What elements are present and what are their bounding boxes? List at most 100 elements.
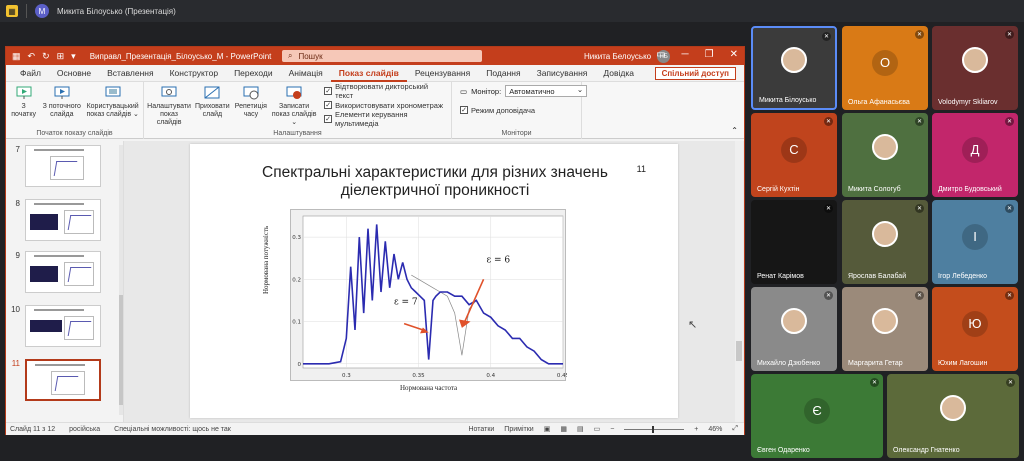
- hide-slide-label: Приховати слайд: [195, 103, 230, 118]
- checkbox-media-controls[interactable]: ✓ Елементи керування мультимедіа: [324, 110, 448, 128]
- slide-thumbnail[interactable]: [25, 359, 101, 401]
- slide-title-line2: діелектричної проникності: [340, 182, 530, 199]
- presenter-view-label: Режим доповідача: [471, 105, 536, 115]
- participant-tile[interactable]: С ✕ Сергій Кухтін: [751, 113, 837, 197]
- x-tick-label: 0.4: [486, 373, 495, 379]
- scrollbar-thumb[interactable]: [736, 341, 742, 361]
- record-slideshow-button[interactable]: Записати показ слайдів ⌄: [271, 85, 317, 127]
- setup-show-button[interactable]: Налаштувати показ слайдів: [147, 85, 191, 127]
- tab-2[interactable]: Вставлення: [99, 65, 161, 82]
- mic-muted-icon: ✕: [915, 30, 924, 39]
- tab-1[interactable]: Основне: [49, 65, 99, 82]
- mic-muted-icon: ✕: [915, 204, 924, 213]
- play-slideshow-icon: [15, 85, 33, 101]
- hide-slide-button[interactable]: Приховати слайд: [194, 85, 230, 119]
- fit-to-window-icon[interactable]: ⤢: [732, 425, 738, 433]
- plot-area: [302, 215, 564, 369]
- zoom-level[interactable]: 46%: [708, 426, 722, 433]
- search-placeholder: Пошук: [298, 51, 323, 61]
- notes-button[interactable]: Нотатки: [468, 426, 494, 433]
- reading-view-icon[interactable]: ▤: [577, 425, 584, 433]
- participant-tile[interactable]: Є ✕ Євген Одаренко: [751, 374, 883, 458]
- user-name: Никита Белоусько: [584, 52, 652, 61]
- from-current-label: З поточного слайда: [42, 103, 81, 118]
- participant-video: [781, 47, 807, 73]
- slide-thumbnail[interactable]: [25, 251, 101, 293]
- redo-icon[interactable]: ↻: [42, 51, 50, 62]
- slide-thumbnail-row[interactable]: 8: [10, 199, 101, 241]
- app-grid-icon[interactable]: ▦: [12, 51, 21, 62]
- ribbon-display-options-icon[interactable]: ▭: [656, 49, 665, 60]
- tab-6[interactable]: Показ слайдів: [330, 65, 407, 82]
- slide-thumbnail-row[interactable]: 9: [10, 251, 101, 293]
- zoom-slider[interactable]: [624, 425, 685, 433]
- slideshow-view-icon[interactable]: ▭: [594, 425, 601, 433]
- close-icon[interactable]: ✕: [730, 49, 738, 60]
- tab-10[interactable]: Довідка: [595, 65, 642, 82]
- play-narrations-label: Відтворювати дикторський текст: [335, 82, 429, 100]
- slide-thumbnail[interactable]: [25, 305, 101, 347]
- participant-name: Ігор Лебеденко: [938, 273, 988, 280]
- participant-name: Сергій Кухтін: [757, 186, 800, 193]
- participant-tile[interactable]: ✕ Олександр Гнатенко: [887, 374, 1019, 458]
- from-current-button[interactable]: З поточного слайда: [41, 85, 82, 119]
- participant-tile[interactable]: ✕ Ренат Карімов: [751, 200, 837, 284]
- collapse-ribbon-icon[interactable]: ⌃: [731, 126, 738, 135]
- participant-avatar: Ю: [962, 310, 988, 337]
- participant-name: Volodymyr Skliarov: [938, 99, 998, 106]
- checkbox-presenter-view[interactable]: ✓ Режим доповідача: [460, 104, 535, 116]
- hide-slide-icon: [203, 85, 221, 101]
- participant-tile[interactable]: ✕ Маргарита Гетар: [842, 287, 928, 371]
- undo-icon[interactable]: ↶: [28, 51, 36, 62]
- customize-quick-access-icon[interactable]: ▾: [71, 51, 76, 62]
- normal-view-icon[interactable]: ▣: [544, 425, 551, 433]
- present-icon[interactable]: ⊞: [57, 51, 65, 62]
- participant-tile[interactable]: Д ✕ Дмитро Будовський: [932, 113, 1018, 197]
- zoom-in-icon[interactable]: +: [694, 426, 698, 433]
- slide-thumbnail-row[interactable]: 10: [10, 305, 101, 347]
- accessibility-status[interactable]: Спеціальні можливості: щось не так: [114, 426, 231, 433]
- chart-x-label: Нормована частота: [400, 384, 458, 392]
- slide-thumbnail-row[interactable]: 11: [10, 359, 101, 401]
- tab-7[interactable]: Рецензування: [407, 65, 478, 82]
- restore-icon[interactable]: ❐: [705, 49, 714, 60]
- from-beginning-button[interactable]: З початку: [9, 85, 38, 119]
- slide-thumbnail[interactable]: [25, 199, 101, 241]
- share-button[interactable]: Спільний доступ: [654, 67, 736, 80]
- tab-4[interactable]: Переходи: [226, 65, 281, 82]
- y-tick-label: 0: [298, 362, 302, 368]
- slide-sorter-icon[interactable]: ▦: [560, 425, 567, 433]
- search-box[interactable]: ⌕ Пошук: [282, 50, 482, 62]
- slide-scrollbar[interactable]: [735, 141, 743, 422]
- participant-tile[interactable]: ✕ Ярослав Балабай: [842, 200, 928, 284]
- participant-tile[interactable]: ✕ Микита Білоусько: [751, 26, 837, 110]
- teams-app-icon[interactable]: ▦: [6, 5, 18, 17]
- slide-thumbnail-row[interactable]: 7: [10, 145, 101, 187]
- tab-9[interactable]: Записування: [529, 65, 596, 82]
- scrollbar-thumb[interactable]: [119, 295, 123, 405]
- participant-tile[interactable]: ✕ Volodymyr Skliarov: [932, 26, 1018, 110]
- participant-tile[interactable]: О ✕ Ольга Афанасьєва: [842, 26, 928, 110]
- group-monitors: ▭ Монітор: Автоматично ✓Режим доповідача…: [452, 82, 588, 139]
- tab-8[interactable]: Подання: [478, 65, 528, 82]
- rehearse-timings-button[interactable]: Репетиція часу: [234, 85, 269, 119]
- current-slide[interactable]: Спектральні характеристики для різних зн…: [190, 144, 678, 418]
- monitor-select[interactable]: Автоматично: [505, 84, 588, 97]
- slide-thumbnail-number: 10: [11, 305, 20, 314]
- tab-3[interactable]: Конструктор: [162, 65, 226, 82]
- custom-show-button[interactable]: Користувацький показ слайдів ⌄: [85, 85, 140, 119]
- participant-tile[interactable]: ✕ Михайло Дзюбенко: [751, 287, 837, 371]
- checkbox-play-narrations[interactable]: ✓ Відтворювати дикторський текст: [324, 82, 448, 100]
- participant-tile[interactable]: Ю ✕ Юхим Лагошин: [932, 287, 1018, 371]
- participant-tile[interactable]: І ✕ Ігор Лебеденко: [932, 200, 1018, 284]
- tab-5[interactable]: Анімація: [281, 65, 331, 82]
- minimize-icon[interactable]: ─: [682, 49, 689, 60]
- mic-muted-icon: ✕: [1005, 204, 1014, 213]
- participant-tile[interactable]: ✕ Микита Сологуб: [842, 113, 928, 197]
- tab-0[interactable]: Файл: [12, 65, 49, 82]
- slide-thumbnail[interactable]: [25, 145, 101, 187]
- comments-button[interactable]: Примітки: [504, 426, 533, 433]
- zoom-out-icon[interactable]: −: [610, 426, 614, 433]
- language-indicator[interactable]: російська: [69, 426, 100, 433]
- thumbnails-scrollbar[interactable]: [119, 145, 123, 415]
